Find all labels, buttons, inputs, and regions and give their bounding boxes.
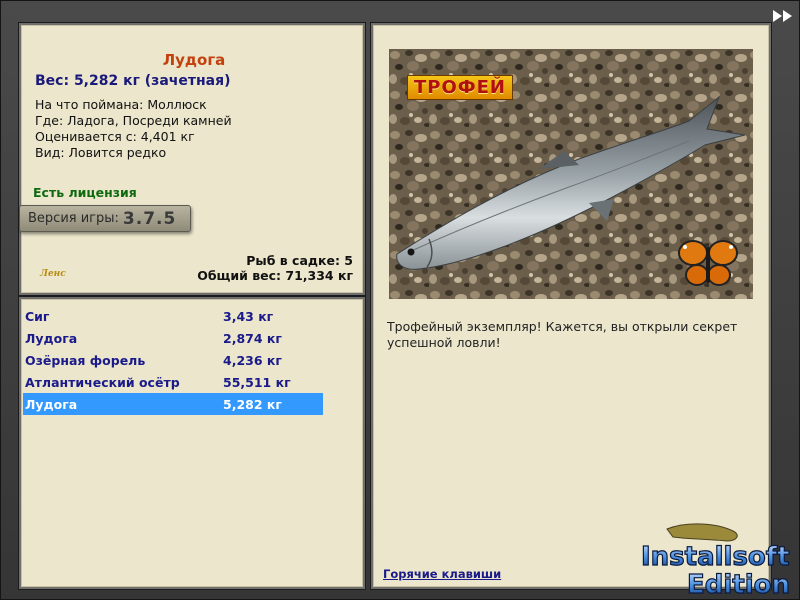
- fish-info-panel: Лудога Вес: 5,282 кг (зачетная) На что п…: [19, 23, 365, 295]
- trophy-message: Трофейный экземпляр! Кажется, вы открыли…: [387, 319, 738, 350]
- small-logo-text: Ленс: [39, 269, 66, 279]
- keepnet-summary: Рыб в садке: 5 Общий вес: 71,334 кг: [197, 253, 353, 283]
- hotkeys-link[interactable]: Горячие клавиши: [383, 567, 501, 581]
- catch-name: Сиг: [25, 308, 50, 324]
- catch-name: Озёрная форель: [25, 352, 146, 368]
- fish-rarity: Вид: Ловится редко: [35, 145, 167, 160]
- fast-forward-icon[interactable]: [771, 7, 795, 25]
- keepnet-total-weight: Общий вес: 71,334 кг: [197, 268, 353, 283]
- catch-row[interactable]: Озёрная форель 4,236 кг: [23, 349, 323, 371]
- catch-name: Лудога: [25, 330, 78, 346]
- catch-name: Лудога: [25, 396, 78, 412]
- version-badge: Версия игры: 3.7.5: [19, 205, 191, 232]
- version-number: 3.7.5: [122, 208, 177, 229]
- game-window: Лудога Вес: 5,282 кг (зачетная) На что п…: [0, 0, 800, 600]
- small-logo: Ленс: [39, 269, 66, 279]
- catch-name: Атлантический осётр: [25, 374, 180, 390]
- catch-list-panel: Сиг 3,43 кг Лудога 2,874 кг Озёрная форе…: [19, 297, 365, 589]
- watermark-line2: Edition: [687, 570, 790, 600]
- watermark-line1: Installsoft: [641, 542, 790, 572]
- fish-bait: На что поймана: Моллюск: [35, 97, 207, 112]
- version-label: Версия игры:: [28, 211, 119, 226]
- catch-weight: 4,236 кг: [223, 352, 282, 368]
- fish-title: Лудога: [162, 51, 226, 69]
- catch-row[interactable]: Сиг 3,43 кг: [23, 305, 323, 327]
- catch-weight: 55,511 кг: [223, 374, 291, 390]
- fish-weight: Вес: 5,282 кг (зачетная): [35, 73, 231, 89]
- catch-weight: 3,43 кг: [223, 308, 274, 324]
- catch-row[interactable]: Атлантический осётр 55,511 кг: [23, 371, 323, 393]
- catch-row-selected[interactable]: Лудога 5,282 кг: [23, 393, 323, 415]
- butterfly-icon: [678, 240, 738, 286]
- fish-location: Где: Ладога, Посреди камней: [35, 113, 232, 128]
- catch-weight: 2,874 кг: [223, 330, 282, 346]
- fish-rating: Оценивается с: 4,401 кг: [35, 129, 195, 144]
- trophy-label: ТРОФЕЙ: [407, 75, 513, 100]
- trophy-panel: ТРОФЕЙ Трофейный экземпляр! Кажется, вы …: [371, 23, 771, 589]
- catch-list: Сиг 3,43 кг Лудога 2,874 кг Озёрная форе…: [23, 305, 323, 415]
- catch-weight: 5,282 кг: [223, 396, 282, 412]
- catch-row[interactable]: Лудога 2,874 кг: [23, 327, 323, 349]
- keepnet-count: Рыб в садке: 5: [246, 253, 353, 268]
- installsoft-watermark: Installsoft Edition: [640, 523, 791, 600]
- license-status: Есть лицензия: [33, 185, 137, 200]
- fish-photo: ТРОФЕЙ: [389, 49, 753, 299]
